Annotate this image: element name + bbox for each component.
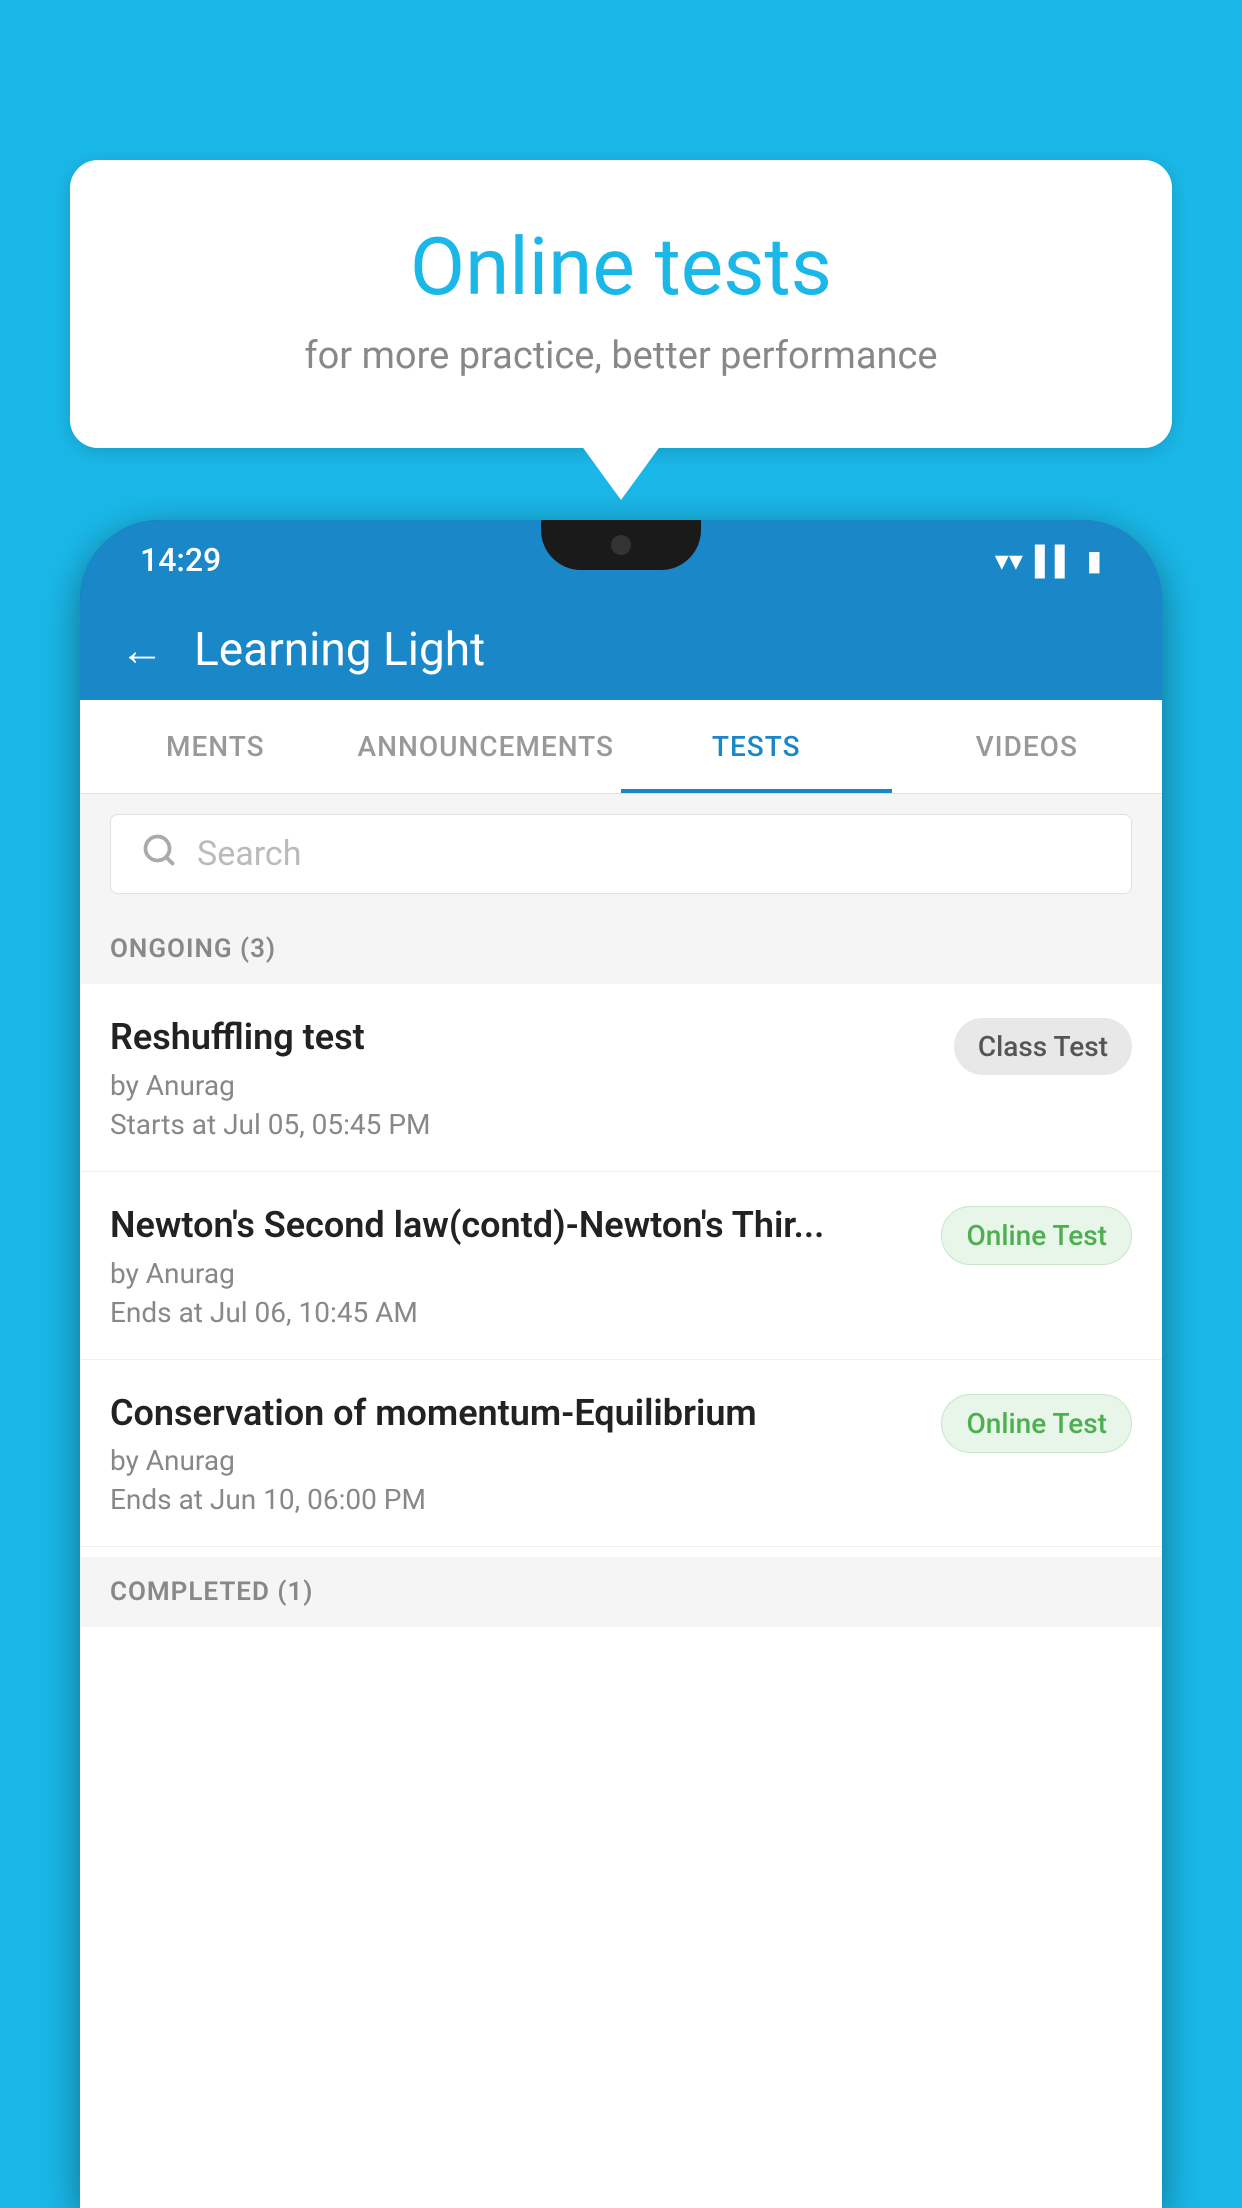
status-bar: 14:29 ▾▾ ▌▌ ▮ (80, 520, 1162, 600)
tab-ments[interactable]: MENTS (80, 700, 351, 793)
search-icon (141, 832, 177, 877)
test-author: by Anurag (110, 1444, 921, 1477)
wifi-icon: ▾▾ (995, 544, 1023, 577)
status-icons: ▾▾ ▌▌ ▮ (995, 544, 1102, 577)
test-name: Conservation of momentum-Equilibrium (110, 1390, 921, 1437)
test-date: Ends at Jul 06, 10:45 AM (110, 1296, 921, 1329)
test-card-conservation[interactable]: Conservation of momentum-Equilibrium by … (80, 1360, 1162, 1548)
search-bar[interactable]: Search (110, 814, 1132, 894)
back-button[interactable]: ← (120, 624, 164, 676)
phone-content: MENTS ANNOUNCEMENTS TESTS VIDEOS (80, 700, 1162, 2208)
test-author: by Anurag (110, 1069, 934, 1102)
test-date: Starts at Jul 05, 05:45 PM (110, 1108, 934, 1141)
test-name: Newton's Second law(contd)-Newton's Thir… (110, 1202, 921, 1249)
tab-videos[interactable]: VIDEOS (892, 700, 1163, 793)
search-placeholder: Search (197, 834, 301, 874)
test-badge-online: Online Test (941, 1394, 1132, 1453)
bubble-subtitle: for more practice, better performance (150, 334, 1092, 378)
ongoing-section-header: ONGOING (3) (80, 914, 1162, 984)
test-card-reshuffling[interactable]: Reshuffling test by Anurag Starts at Jul… (80, 984, 1162, 1172)
tab-tests[interactable]: TESTS (621, 700, 892, 793)
test-card-content: Reshuffling test by Anurag Starts at Jul… (110, 1014, 934, 1141)
speech-bubble-container: Online tests for more practice, better p… (70, 160, 1172, 448)
test-card-content: Newton's Second law(contd)-Newton's Thir… (110, 1202, 921, 1329)
completed-section-header: COMPLETED (1) (80, 1557, 1162, 1627)
app-title: Learning Light (194, 623, 485, 677)
bubble-title: Online tests (150, 220, 1092, 314)
signal-icon: ▌▌ (1035, 544, 1075, 577)
test-card-content: Conservation of momentum-Equilibrium by … (110, 1390, 921, 1517)
camera-dot (611, 535, 631, 555)
test-author: by Anurag (110, 1257, 921, 1290)
test-badge-online: Online Test (941, 1206, 1132, 1265)
phone-inner: 14:29 ▾▾ ▌▌ ▮ ← Learning Light MENTS (80, 520, 1162, 2208)
test-name: Reshuffling test (110, 1014, 934, 1061)
tab-announcements[interactable]: ANNOUNCEMENTS (351, 700, 622, 793)
notch (541, 520, 701, 570)
test-date: Ends at Jun 10, 06:00 PM (110, 1483, 921, 1516)
test-card-newton[interactable]: Newton's Second law(contd)-Newton's Thir… (80, 1172, 1162, 1360)
tabs-container: MENTS ANNOUNCEMENTS TESTS VIDEOS (80, 700, 1162, 794)
app-header: ← Learning Light (80, 600, 1162, 700)
search-container: Search (80, 794, 1162, 914)
status-time: 14:29 (140, 541, 221, 579)
phone-frame: 14:29 ▾▾ ▌▌ ▮ ← Learning Light MENTS (80, 520, 1162, 2208)
battery-icon: ▮ (1087, 544, 1102, 577)
speech-bubble: Online tests for more practice, better p… (70, 160, 1172, 448)
test-badge-class: Class Test (954, 1018, 1132, 1075)
